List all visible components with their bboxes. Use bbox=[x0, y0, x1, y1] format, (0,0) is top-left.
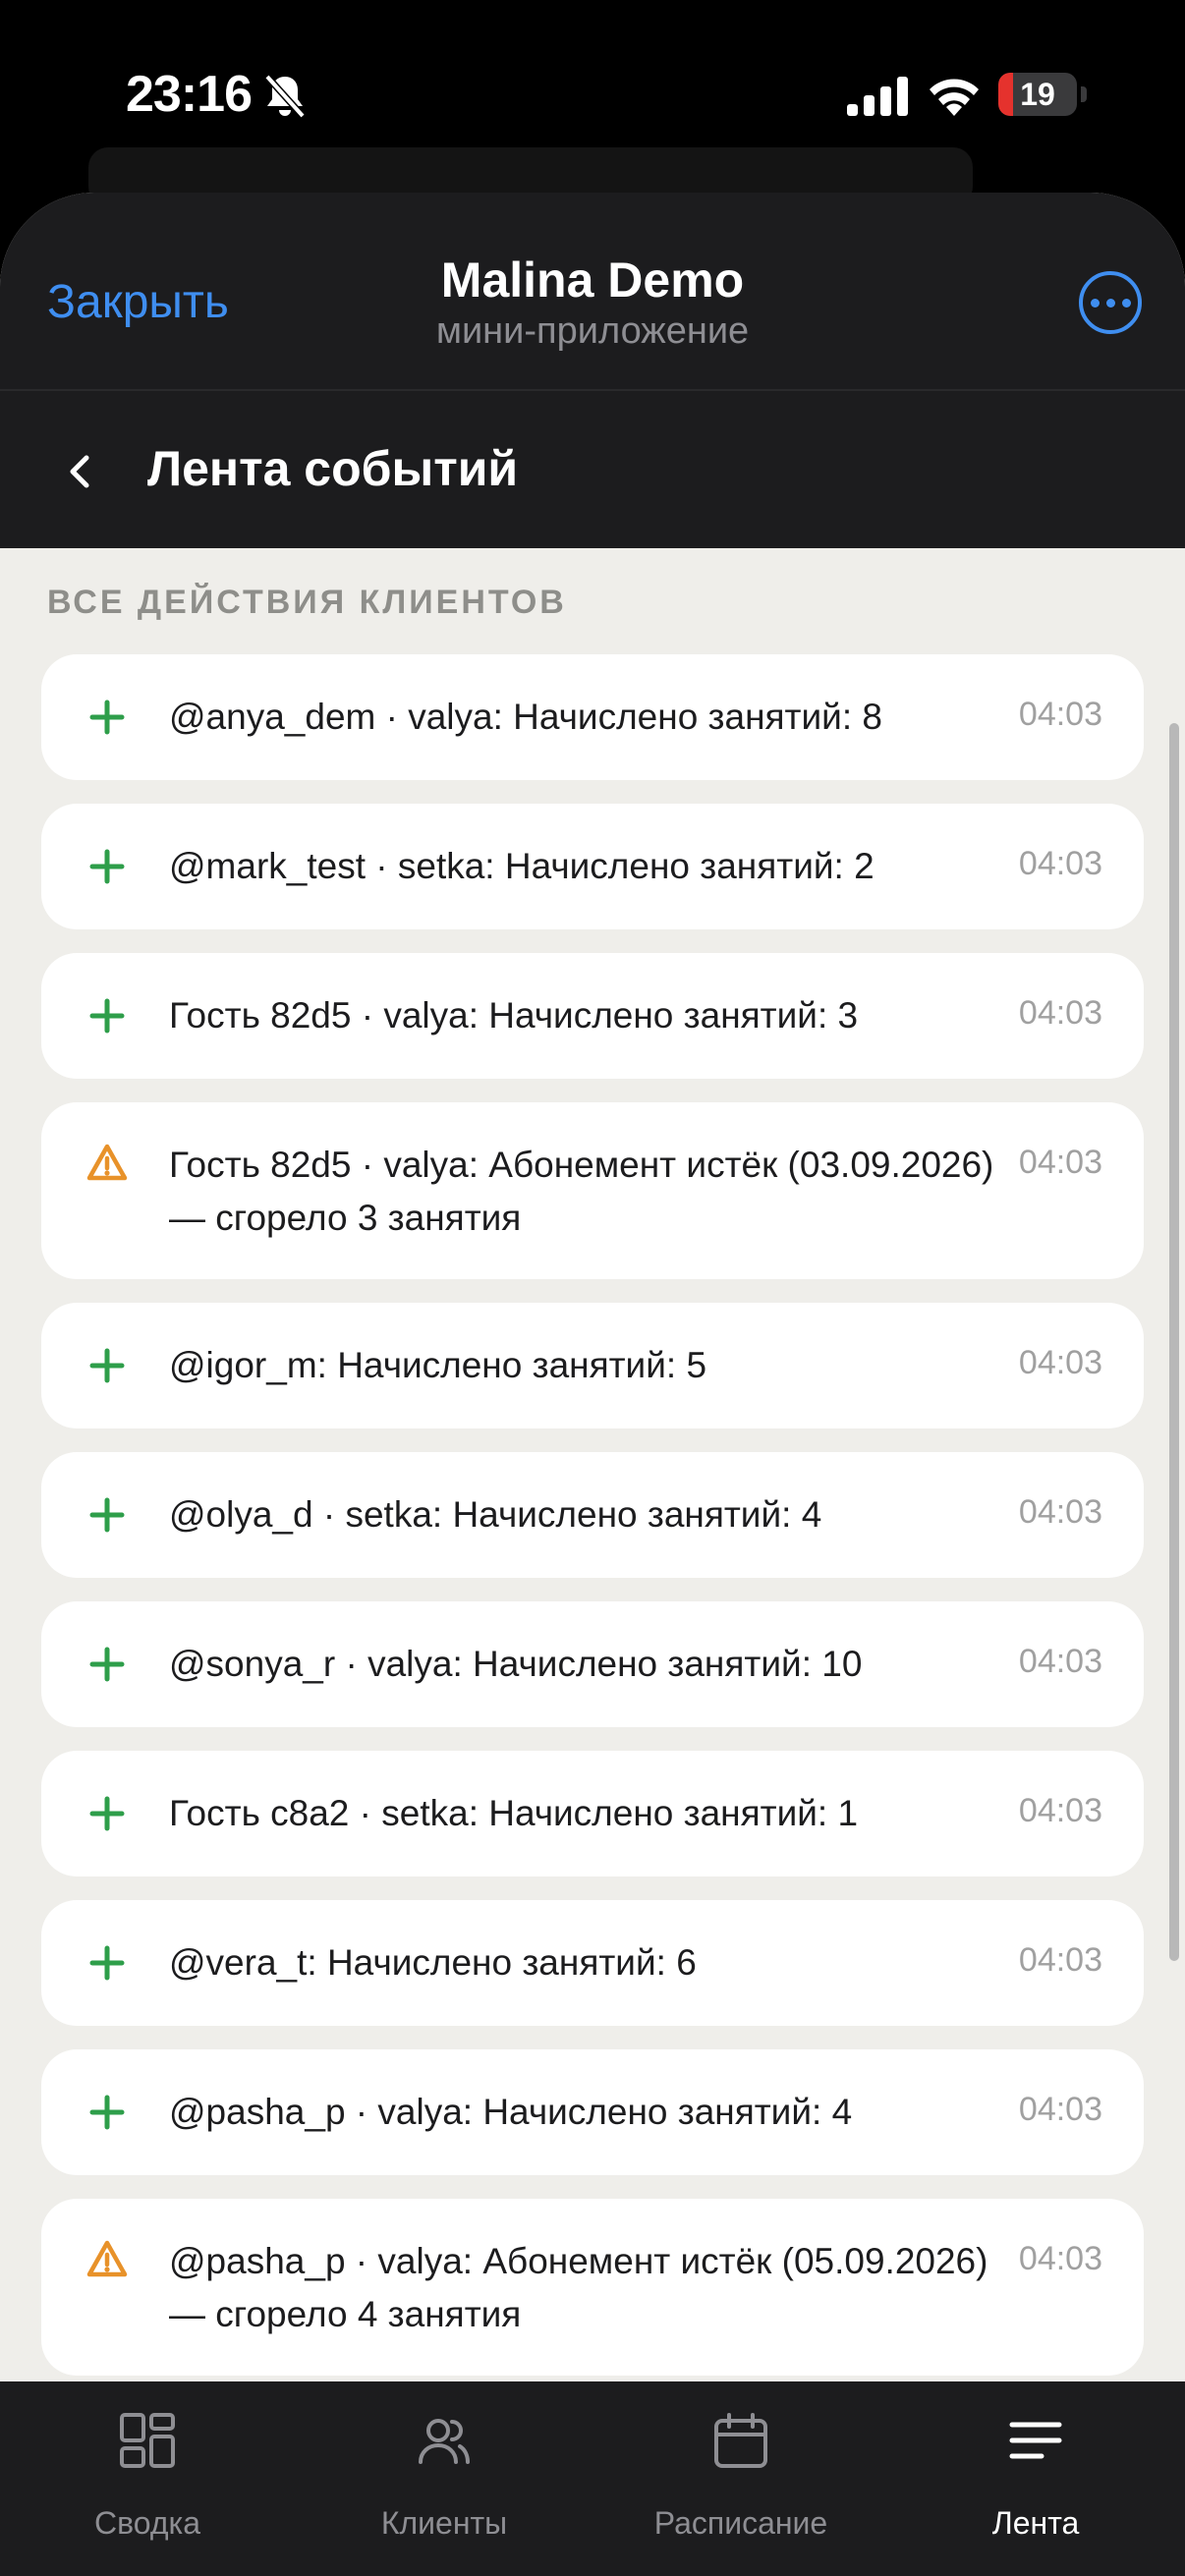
event-time: 04:03 bbox=[1018, 1792, 1102, 1829]
plus-icon bbox=[86, 1494, 128, 1536]
page-title: Лента событий bbox=[147, 441, 519, 496]
event-text: @mark_test · setka: Начислено занятий: 2 bbox=[169, 846, 875, 886]
app-screen: 23:16 19 Закрыть Malina Demo мини-прилож… bbox=[0, 0, 1185, 2576]
bell-muted-icon bbox=[264, 74, 306, 119]
back-chevron-icon[interactable] bbox=[63, 452, 96, 491]
battery-indicator: 19 bbox=[998, 73, 1077, 116]
plus-icon bbox=[86, 1942, 128, 1984]
plus-icon bbox=[86, 846, 128, 887]
event-card[interactable]: Гость 82d5 · valya: Абонемент истёк (03.… bbox=[41, 1102, 1144, 1279]
event-text: @vera_t: Начислено занятий: 6 bbox=[169, 1942, 697, 1983]
event-time: 04:03 bbox=[1018, 2091, 1102, 2128]
event-card[interactable]: Гость 82d5 · valya: Начислено занятий: 3… bbox=[41, 953, 1144, 1079]
plus-icon bbox=[86, 1345, 128, 1386]
tab-label: Расписание bbox=[653, 2505, 828, 2541]
event-card[interactable]: @anya_dem · valya: Начислено занятий: 8 0… bbox=[41, 654, 1144, 780]
event-card[interactable]: @pasha_p · valya: Абонемент истёк (05.09… bbox=[41, 2199, 1144, 2376]
tab-dashboard[interactable]: Сводка bbox=[0, 2381, 295, 2576]
more-icon bbox=[1090, 298, 1100, 308]
plus-icon bbox=[86, 1644, 128, 1685]
battery-percent: 19 bbox=[1020, 76, 1055, 112]
wifi-icon bbox=[930, 79, 979, 116]
event-card[interactable]: Гость c8a2 · setka: Начислено занятий: 1… bbox=[41, 1751, 1144, 1876]
status-time: 23:16 bbox=[126, 66, 253, 123]
event-text: @pasha_p · valya: Начислено занятий: 4 bbox=[169, 2092, 853, 2132]
mini-app-sheet: Закрыть Malina Demo мини-приложение Лент… bbox=[0, 193, 1185, 2576]
sheet-header: Закрыть Malina Demo мини-приложение bbox=[0, 193, 1185, 391]
event-card[interactable]: @vera_t: Начислено занятий: 6 04:03 bbox=[41, 1900, 1144, 2026]
event-text: @olya_d · setka: Начислено занятий: 4 bbox=[169, 1494, 822, 1535]
event-text: Гость 82d5 · valya: Абонемент истёк (03.… bbox=[169, 1145, 994, 1238]
warning-icon bbox=[86, 2238, 128, 2279]
tab-label: Клиенты bbox=[380, 2505, 508, 2541]
event-card[interactable]: @pasha_p · valya: Начислено занятий: 4 04… bbox=[41, 2049, 1144, 2175]
plus-icon bbox=[86, 1793, 128, 1834]
warning-icon bbox=[86, 1142, 128, 1183]
event-time: 04:03 bbox=[1018, 1643, 1102, 1680]
scrollbar[interactable] bbox=[1169, 723, 1179, 1961]
event-card[interactable]: @mark_test · setka: Начислено занятий: 2… bbox=[41, 804, 1144, 929]
event-time: 04:03 bbox=[1018, 1493, 1102, 1531]
more-icon-dot bbox=[1105, 298, 1115, 308]
event-time: 04:03 bbox=[1018, 2240, 1102, 2277]
event-text: @anya_dem · valya: Начислено занятий: 8 bbox=[169, 697, 882, 737]
event-time: 04:03 bbox=[1018, 1344, 1102, 1381]
event-text: @igor_m: Начислено занятий: 5 bbox=[169, 1345, 707, 1385]
tab-label: Лента bbox=[991, 2505, 1080, 2541]
tab-bar: Сводка Клиенты Расписание Лента bbox=[0, 2381, 1185, 2576]
event-time: 04:03 bbox=[1018, 1144, 1102, 1181]
event-card[interactable]: @olya_d · setka: Начислено занятий: 4 04:… bbox=[41, 1452, 1144, 1578]
event-text: Гость 82d5 · valya: Начислено занятий: 3 bbox=[169, 995, 859, 1036]
plus-icon bbox=[86, 697, 128, 738]
tab-feed[interactable]: Лента bbox=[888, 2381, 1183, 2576]
plus-icon bbox=[86, 995, 128, 1036]
tab-users[interactable]: Клиенты bbox=[297, 2381, 592, 2576]
section-header: ВСЕ ДЕЙСТВИЯ КЛИЕНТОВ bbox=[47, 584, 567, 621]
event-time: 04:03 bbox=[1018, 845, 1102, 882]
event-time: 04:03 bbox=[1018, 1941, 1102, 1979]
event-text: Гость c8a2 · setka: Начислено занятий: 1 bbox=[169, 1793, 859, 1833]
more-icon-dot bbox=[1121, 298, 1131, 308]
event-card[interactable]: @sonya_r · valya: Начислено занятий: 10 0… bbox=[41, 1601, 1144, 1727]
cellular-signal-icon bbox=[847, 77, 908, 116]
tab-calendar[interactable]: Расписание bbox=[593, 2381, 888, 2576]
event-card[interactable]: @igor_m: Начислено занятий: 5 04:03 bbox=[41, 1303, 1144, 1428]
more-options-button[interactable] bbox=[1079, 271, 1142, 334]
nav-bar: Лента событий bbox=[0, 391, 1185, 548]
app-subtitle: мини-приложение bbox=[435, 310, 750, 352]
battery-cap bbox=[1081, 86, 1087, 102]
event-time: 04:03 bbox=[1018, 696, 1102, 733]
event-text: @sonya_r · valya: Начислено занятий: 10 bbox=[169, 1644, 863, 1684]
tab-label: Сводка bbox=[93, 2505, 200, 2541]
app-title: Malina Demo bbox=[440, 252, 745, 308]
event-text: @pasha_p · valya: Абонемент истёк (05.09… bbox=[169, 2241, 988, 2334]
plus-icon bbox=[86, 2092, 128, 2133]
event-time: 04:03 bbox=[1018, 994, 1102, 1032]
